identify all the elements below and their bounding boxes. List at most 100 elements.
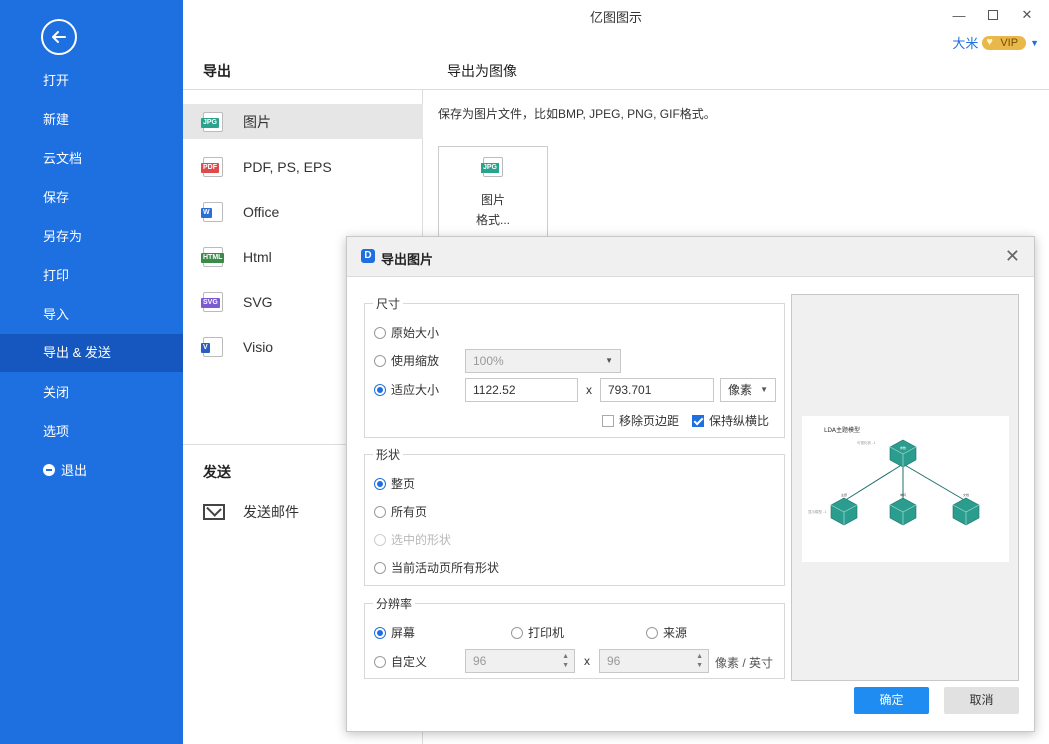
maximize-button[interactable] — [983, 6, 1003, 24]
preview-page: LDA主题模型 可视化到 -1 显示模型 -1 参数 主题 单词 文档 — [802, 416, 1009, 562]
image-format-tile[interactable]: JPG 图片 格式... — [438, 146, 548, 241]
arrow-left-icon — [52, 31, 66, 43]
sidebar-item-print[interactable]: 打印 — [0, 257, 183, 295]
title-bar: 亿图图示 — ✕ — [183, 0, 1049, 30]
export-item-image[interactable]: JPG 图片 — [183, 104, 423, 139]
radio-fit-size[interactable]: 适应大小 — [374, 381, 439, 398]
sidebar-item-label: 打印 — [43, 268, 70, 283]
pdf-file-icon: PDF — [201, 156, 223, 177]
cube-node-top: 参数 — [889, 439, 917, 468]
diagram-preview: LDA主题模型 可视化到 -1 显示模型 -1 参数 主题 单词 文档 — [808, 426, 980, 526]
chevron-down-icon[interactable]: ▼ — [1030, 38, 1039, 48]
svg-text:主题: 主题 — [841, 492, 847, 497]
checkbox-keep-ratio[interactable]: 保持纵横比 — [692, 412, 769, 429]
sidebar-item-label: 打开 — [43, 73, 70, 88]
jpg-file-icon: JPG — [201, 111, 223, 132]
export-image-dialog: D 导出图片 ✕ 尺寸 原始大小 使用缩放 100% ▼ 适应大小 1122.52… — [346, 236, 1035, 732]
checkbox-remove-margin[interactable]: 移除页边距 — [602, 412, 679, 429]
cube-node-right: 文档 — [952, 492, 980, 526]
svg-text:参数: 参数 — [900, 445, 906, 450]
export-item-pdf[interactable]: PDF PDF, PS, EPS — [183, 149, 423, 184]
sidebar-item-import[interactable]: 导入 — [0, 296, 183, 334]
export-item-label: SVG — [243, 293, 273, 310]
radio-custom[interactable]: 自定义 — [374, 653, 427, 670]
tile-label-line1: 图片 — [480, 193, 505, 207]
chevron-down-icon: ▼ — [605, 356, 613, 365]
radio-all-pages[interactable]: 所有页 — [374, 503, 427, 520]
visio-file-icon: V — [201, 336, 223, 357]
svg-file-icon: SVG — [201, 291, 223, 312]
app-title: 亿图图示 — [589, 10, 642, 25]
sidebar-item-open[interactable]: 打开 — [0, 62, 183, 100]
ok-button[interactable]: 确定 — [854, 687, 929, 714]
size-legend: 尺寸 — [373, 295, 404, 312]
close-window-button[interactable]: ✕ — [1017, 6, 1037, 24]
svg-text:单词: 单词 — [900, 492, 906, 497]
radio-original-size[interactable]: 原始大小 — [374, 324, 439, 341]
close-icon: ✕ — [1004, 246, 1020, 266]
spinner-icon: ▲ ▼ — [696, 653, 703, 669]
cancel-button[interactable]: 取消 — [944, 687, 1019, 714]
dialog-title: 导出图片 — [381, 252, 434, 267]
html-file-icon: HTML — [201, 246, 225, 267]
width-input[interactable]: 1122.52 — [465, 378, 578, 402]
export-item-label: 图片 — [243, 113, 271, 130]
resolution-group: 分辨率 屏幕 打印机 来源 自定义 96 ▲ ▼ x 96 ▲ ▼ 像素 / 英寸 — [364, 595, 785, 679]
sidebar-item-new[interactable]: 新建 — [0, 101, 183, 139]
minimize-icon: — — [952, 7, 966, 23]
send-mail-label: 发送邮件 — [243, 503, 299, 520]
sidebar-item-export-send[interactable]: 导出 & 发送 — [0, 334, 183, 372]
mail-icon — [203, 503, 225, 520]
sidebar-item-exit[interactable]: 退出 — [0, 452, 183, 490]
vip-badge[interactable]: VIP — [982, 35, 1027, 50]
sidebar-item-label: 新建 — [43, 112, 70, 127]
spinner-icon: ▲ ▼ — [562, 653, 569, 669]
radio-printer[interactable]: 打印机 — [511, 624, 564, 641]
sidebar-item-save[interactable]: 保存 — [0, 179, 183, 217]
dialog-close-button[interactable]: ✕ — [1005, 246, 1020, 267]
scale-select[interactable]: 100% ▼ — [465, 349, 621, 373]
preview-note: 可视化到 -1 — [857, 440, 876, 445]
times-sign: x — [584, 654, 590, 668]
chevron-down-icon: ▼ — [760, 385, 768, 394]
send-heading: 发送 — [203, 464, 231, 480]
sidebar-item-label: 保存 — [43, 190, 70, 205]
radio-screen[interactable]: 屏幕 — [374, 624, 415, 641]
image-panel-heading: 导出为图像 — [447, 63, 517, 79]
sidebar-item-label: 导出 & 发送 — [43, 345, 111, 360]
back-button[interactable] — [41, 19, 77, 55]
radio-source[interactable]: 来源 — [646, 624, 687, 641]
sidebar-item-options[interactable]: 选项 — [0, 413, 183, 451]
times-sign: x — [586, 383, 592, 397]
sidebar-item-label: 选项 — [43, 424, 70, 439]
minimize-button[interactable]: — — [949, 6, 969, 24]
shape-group: 形状 整页 所有页 选中的形状 当前活动页所有形状 — [364, 446, 785, 586]
unit-select[interactable]: 像素 ▼ — [720, 378, 776, 402]
sidebar-item-label: 另存为 — [43, 229, 83, 244]
export-item-office[interactable]: W Office — [183, 194, 423, 229]
preview-title: LDA主题模型 — [824, 426, 860, 434]
size-group: 尺寸 原始大小 使用缩放 100% ▼ 适应大小 1122.52 x 793.70… — [364, 295, 785, 438]
exit-icon — [43, 464, 55, 476]
radio-whole-page[interactable]: 整页 — [374, 475, 415, 492]
app-logo-icon: D — [361, 249, 375, 263]
dpi-unit-label: 像素 / 英寸 — [715, 656, 774, 670]
sidebar-item-close[interactable]: 关闭 — [0, 374, 183, 412]
sidebar-item-cloud[interactable]: 云文档 — [0, 140, 183, 178]
radio-current-page-shapes[interactable]: 当前活动页所有形状 — [374, 559, 499, 576]
sidebar-item-label: 云文档 — [43, 151, 83, 166]
user-area[interactable]: 大米 VIP ▼ — [952, 33, 1039, 52]
sidebar-item-save-as[interactable]: 另存为 — [0, 218, 183, 256]
close-icon: ✕ — [1021, 7, 1033, 22]
cube-node-left: 主题 — [830, 492, 858, 526]
radio-use-scale[interactable]: 使用缩放 — [374, 352, 439, 369]
word-file-icon: W — [201, 201, 223, 222]
export-heading: 导出 — [203, 63, 231, 79]
export-item-label: Visio — [243, 338, 274, 355]
height-input[interactable]: 793.701 — [600, 378, 714, 402]
user-name[interactable]: 大米 — [952, 33, 978, 52]
export-item-label: Html — [243, 248, 272, 265]
export-item-label: Office — [243, 203, 280, 220]
maximize-icon — [988, 10, 998, 20]
preview-pane: LDA主题模型 可视化到 -1 显示模型 -1 参数 主题 单词 文档 — [791, 294, 1019, 681]
